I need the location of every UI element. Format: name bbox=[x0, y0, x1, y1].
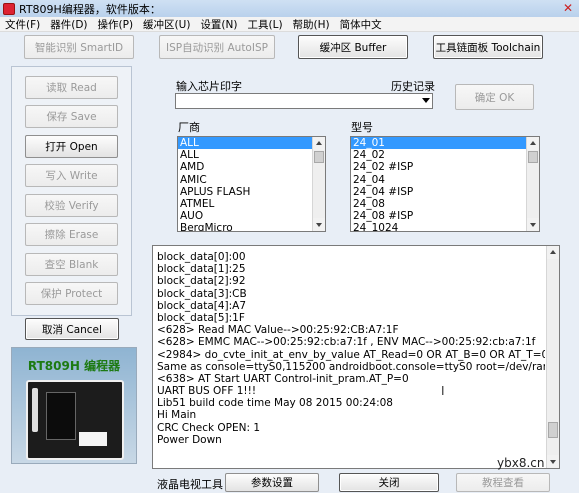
list-item[interactable]: APLUS FLASH bbox=[178, 186, 325, 198]
menu-device[interactable]: 器件(D) bbox=[45, 17, 92, 32]
log-output[interactable]: block_data[0]:00 block_data[1]:25 block_… bbox=[152, 245, 560, 469]
title-bar: RT809H编程器，软件版本： ✕ bbox=[0, 0, 579, 17]
menu-file[interactable]: 文件(F) bbox=[0, 17, 45, 32]
zif-lever bbox=[32, 388, 38, 432]
device-sticker bbox=[79, 432, 107, 446]
window-title: RT809H编程器，软件版本： bbox=[19, 2, 161, 16]
device-brand-text: RT809H 编程器 bbox=[27, 359, 121, 373]
model-label: 型号 bbox=[351, 121, 373, 134]
close-button[interactable]: 关闭 bbox=[339, 473, 439, 492]
log-line: Power Down bbox=[157, 433, 222, 446]
log-line: Lib51 build code time May 08 2015 00:24:… bbox=[157, 397, 393, 410]
list-item[interactable]: 24_02 bbox=[351, 149, 539, 161]
list-item[interactable]: 24_04 #ISP bbox=[351, 186, 539, 198]
menu-bar: 文件(F) 器件(D) 操作(P) 缓冲区(U) 设置(N) 工具(L) 帮助(… bbox=[0, 17, 579, 32]
vendor-label: 厂商 bbox=[178, 121, 200, 134]
zif-socket bbox=[46, 392, 76, 440]
scroll-down-icon[interactable] bbox=[527, 218, 539, 231]
log-line: block_data[3]:CB bbox=[157, 287, 247, 300]
scroll-up-icon[interactable] bbox=[547, 246, 559, 259]
list-item[interactable]: AMD bbox=[178, 161, 325, 173]
list-item[interactable]: 24_01 bbox=[351, 137, 539, 150]
log-line: block_data[1]:25 bbox=[157, 263, 246, 276]
scroll-thumb[interactable] bbox=[528, 151, 538, 163]
tutorial-button[interactable]: 教程查看 bbox=[456, 473, 550, 492]
watermark: ybx8.cn bbox=[497, 456, 545, 470]
log-line: <2984> do_cvte_init_at_env_by_value AT_R… bbox=[157, 348, 545, 361]
write-button[interactable]: 写入 Write bbox=[25, 164, 118, 187]
list-item[interactable]: 24_1024 bbox=[351, 222, 539, 231]
scroll-up-icon[interactable] bbox=[313, 137, 325, 150]
toolchain-button[interactable]: 工具链面板 Toolchain bbox=[433, 35, 543, 59]
log-line: CRC Check OPEN: 1 bbox=[157, 421, 261, 434]
list-item[interactable]: ALL bbox=[178, 137, 325, 150]
smart-id-button[interactable]: 智能识别 SmartID bbox=[24, 35, 134, 59]
list-item[interactable]: 24_04 bbox=[351, 174, 539, 186]
log-line: block_data[5]:1F bbox=[157, 311, 245, 324]
log-line: <638> AT Start UART Control-init_pram.AT… bbox=[157, 372, 409, 385]
log-line: <628> Read MAC Value-->00:25:92:CB:A7:1F bbox=[157, 324, 399, 337]
menu-settings[interactable]: 设置(N) bbox=[195, 17, 242, 32]
log-line: <628> EMMC MAC-->00:25:92:cb:a7:1f , ENV… bbox=[157, 336, 536, 349]
list-item[interactable]: 24_08 #ISP bbox=[351, 210, 539, 222]
auto-isp-button[interactable]: ISP自动识别 AutoISP bbox=[159, 35, 275, 59]
list-item[interactable]: AUO bbox=[178, 210, 325, 222]
log-scrollbar[interactable] bbox=[546, 246, 559, 468]
lcd-tool-label: 液晶电视工具 bbox=[157, 478, 223, 491]
buffer-button[interactable]: 缓冲区 Buffer bbox=[298, 35, 408, 59]
menu-operation[interactable]: 操作(P) bbox=[93, 17, 139, 32]
params-button[interactable]: 参数设置 bbox=[225, 473, 319, 492]
list-item[interactable]: BergMicro bbox=[178, 222, 325, 231]
scroll-down-icon[interactable] bbox=[313, 218, 325, 231]
vendor-scrollbar[interactable] bbox=[312, 137, 325, 231]
scroll-thumb[interactable] bbox=[548, 422, 558, 438]
programmer-image: RT809H 编程器 bbox=[11, 347, 137, 464]
app-icon bbox=[3, 2, 15, 15]
menu-language[interactable]: 简体中文 bbox=[335, 17, 387, 32]
menu-tools[interactable]: 工具(L) bbox=[243, 17, 288, 32]
menu-buffer[interactable]: 缓冲区(U) bbox=[138, 17, 195, 32]
log-line: Hi Main bbox=[157, 409, 197, 422]
menu-help[interactable]: 帮助(H) bbox=[288, 17, 335, 32]
text-cursor-icon: I bbox=[441, 384, 445, 398]
list-item[interactable]: 24_02 #ISP bbox=[351, 161, 539, 173]
list-item[interactable]: 24_08 bbox=[351, 198, 539, 210]
operations-panel: 读取 Read 保存 Save 打开 Open 写入 Write 校验 Veri… bbox=[11, 66, 132, 316]
protect-button[interactable]: 保护 Protect bbox=[25, 282, 118, 305]
list-item[interactable]: ATMEL bbox=[178, 198, 325, 210]
save-button[interactable]: 保存 Save bbox=[25, 105, 118, 128]
list-item[interactable]: AMIC bbox=[178, 174, 325, 186]
scroll-thumb[interactable] bbox=[314, 151, 324, 163]
model-scrollbar[interactable] bbox=[526, 137, 539, 231]
scroll-up-icon[interactable] bbox=[527, 137, 539, 150]
log-line: block_data[0]:00 bbox=[157, 251, 246, 263]
log-line: Same as console=ttyS0,115200 androidboot… bbox=[157, 360, 545, 373]
open-button[interactable]: 打开 Open bbox=[25, 135, 118, 158]
history-label: 历史记录 bbox=[391, 80, 435, 93]
blank-check-button[interactable]: 查空 Blank bbox=[25, 253, 118, 276]
model-list[interactable]: 24_01 24_02 24_02 #ISP 24_04 24_04 #ISP … bbox=[350, 136, 540, 232]
read-button[interactable]: 读取 Read bbox=[25, 76, 118, 99]
scroll-down-icon[interactable] bbox=[547, 455, 559, 468]
erase-button[interactable]: 擦除 Erase bbox=[25, 223, 118, 246]
log-line: UART BUS OFF 1!!! bbox=[157, 385, 257, 398]
verify-button[interactable]: 校验 Verify bbox=[25, 194, 118, 217]
ok-button[interactable]: 确定 OK bbox=[455, 84, 534, 110]
vendor-list[interactable]: ALL ALL AMD AMIC APLUS FLASH ATMEL AUO B… bbox=[177, 136, 326, 232]
list-item[interactable]: ALL bbox=[178, 149, 325, 161]
log-line: block_data[2]:92 bbox=[157, 275, 246, 288]
chevron-down-icon[interactable] bbox=[422, 98, 430, 103]
log-line: block_data[4]:A7 bbox=[157, 299, 247, 312]
chip-input-label: 输入芯片印字 bbox=[176, 80, 242, 93]
cancel-button[interactable]: 取消 Cancel bbox=[25, 318, 119, 340]
close-icon[interactable]: ✕ bbox=[561, 1, 575, 15]
chip-input-combo[interactable] bbox=[175, 93, 433, 109]
